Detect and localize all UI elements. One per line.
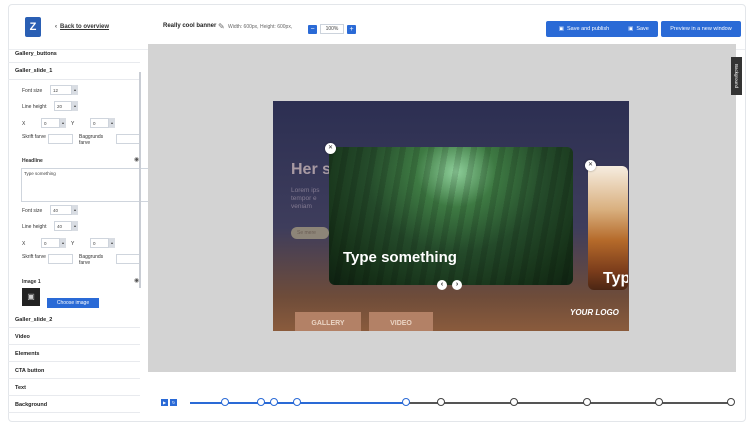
- banner-title: Her s: [291, 161, 332, 178]
- timeline-keyframe[interactable]: [293, 398, 301, 406]
- text-color-label: Skrift farve: [22, 134, 46, 140]
- chevron-left-icon: ‹: [55, 24, 57, 30]
- back-link[interactable]: ‹ Back to overview: [55, 24, 109, 30]
- video-tab-button[interactable]: VIDEO: [369, 312, 433, 331]
- save-icon: ▣: [558, 26, 564, 32]
- timeline-keyframe[interactable]: [655, 398, 663, 406]
- slide-1-text: Type something: [343, 249, 457, 266]
- save-button[interactable]: ▣ Save: [619, 21, 658, 37]
- banner-name: Really cool banner: [163, 23, 217, 29]
- loop-icon[interactable]: ↻: [170, 399, 177, 406]
- gallery-slide-2[interactable]: Typ: [588, 166, 628, 290]
- x-stepper[interactable]: ▴: [60, 118, 66, 128]
- line-height-input[interactable]: 20: [54, 101, 72, 111]
- timeline-keyframe[interactable]: [510, 398, 518, 406]
- text-color-input-2[interactable]: [48, 254, 73, 264]
- zoom-value[interactable]: 100%: [320, 24, 344, 34]
- font-size-label-2: Font size: [22, 208, 43, 214]
- banner-dimensions: Width: 600px, Height: 600px,: [228, 24, 293, 30]
- minus-icon[interactable]: −: [308, 24, 317, 34]
- y-label-2: Y: [71, 241, 75, 247]
- preview-label: Preview in a new window: [670, 26, 732, 32]
- section-video[interactable]: Video: [8, 331, 140, 345]
- font-size-input-2[interactable]: 40: [50, 205, 72, 215]
- bg-color-input[interactable]: [116, 134, 140, 144]
- subtitle-line: Lorem ips: [291, 187, 320, 194]
- line-height-label: Line height: [22, 104, 47, 110]
- text-color-input[interactable]: [48, 134, 73, 144]
- save-publish-label: Save and publish: [567, 26, 610, 32]
- back-label: Back to overview: [60, 24, 110, 30]
- x-label: X: [22, 121, 26, 127]
- section-gallery-slide-2[interactable]: Galler_slide_2: [8, 314, 140, 328]
- line-height-stepper[interactable]: ▴: [72, 101, 78, 111]
- bg-color-label: Baggrunds farve: [79, 134, 104, 146]
- timeline-keyframe[interactable]: [583, 398, 591, 406]
- section-elements[interactable]: Elements: [8, 348, 140, 362]
- section-cta-button[interactable]: CTA button: [8, 365, 140, 379]
- section-gallery-buttons[interactable]: Gallery_buttons: [8, 51, 140, 63]
- y-stepper-2[interactable]: ▴: [109, 238, 115, 248]
- line-height-label-2: Line height: [22, 224, 47, 230]
- image-label: Image 1: [22, 279, 41, 285]
- y-input[interactable]: 0: [90, 118, 109, 128]
- close-icon[interactable]: ✕: [325, 143, 336, 154]
- choose-image-button[interactable]: Choose image: [47, 298, 99, 308]
- play-icon[interactable]: ▶: [161, 399, 168, 406]
- font-size-stepper[interactable]: ▴: [72, 85, 78, 95]
- font-size-input[interactable]: 12: [50, 85, 72, 95]
- save-publish-button[interactable]: ▣ Save and publish: [546, 21, 622, 37]
- banner-cta-button[interactable]: Se mere: [291, 227, 329, 239]
- plus-icon[interactable]: +: [347, 24, 356, 34]
- chevron-left-icon[interactable]: ‹: [437, 280, 447, 290]
- timeline-keyframe[interactable]: [270, 398, 278, 406]
- font-size-stepper-2[interactable]: ▴: [72, 205, 78, 215]
- background-side-tab[interactable]: Background: [731, 57, 742, 95]
- save-label: Save: [636, 26, 649, 32]
- sidebar-scrollbar[interactable]: [139, 72, 141, 288]
- timeline-keyframe[interactable]: [437, 398, 445, 406]
- subtitle-line: veniam: [291, 203, 312, 210]
- timeline-track: [406, 402, 732, 404]
- x-input-2[interactable]: 0: [41, 238, 60, 248]
- section-text[interactable]: Text: [8, 382, 140, 396]
- text-color-label-2: Skrift farve: [22, 254, 46, 260]
- timeline-keyframe[interactable]: [727, 398, 735, 406]
- font-size-label: Font size: [22, 88, 43, 94]
- bg-color-input-2[interactable]: [116, 254, 140, 264]
- image-thumbnail[interactable]: ▣: [22, 288, 40, 306]
- y-input-2[interactable]: 0: [90, 238, 109, 248]
- sidebar: Gallery_buttons Galler_slide_1 Font size…: [8, 44, 151, 413]
- banner-logo: YOUR LOGO: [570, 308, 619, 317]
- line-height-input-2[interactable]: 40: [54, 221, 72, 231]
- x-stepper-2[interactable]: ▴: [60, 238, 66, 248]
- chevron-right-icon[interactable]: ›: [452, 280, 462, 290]
- gallery-tab-button[interactable]: GALLERY: [295, 312, 361, 331]
- banner-subtitle: Lorem ips tempor e veniam: [291, 187, 320, 211]
- zoom-control: − 100% +: [308, 24, 356, 34]
- y-label: Y: [71, 121, 75, 127]
- pencil-icon[interactable]: ✎: [218, 22, 225, 31]
- section-background[interactable]: Background: [8, 399, 140, 413]
- timeline-keyframe[interactable]: [221, 398, 229, 406]
- gallery-slide-1[interactable]: Type something: [329, 147, 573, 285]
- headline-textarea[interactable]: Type something: [21, 168, 151, 202]
- subtitle-line: tempor e: [291, 195, 317, 202]
- y-stepper[interactable]: ▴: [109, 118, 115, 128]
- timeline-keyframe[interactable]: [257, 398, 265, 406]
- save-icon: ▣: [628, 26, 634, 32]
- section-gallery-slide-1[interactable]: Galler_slide_1: [8, 68, 140, 80]
- preview-button[interactable]: Preview in a new window: [661, 21, 741, 37]
- app-logo[interactable]: Z: [25, 17, 41, 37]
- line-height-stepper-2[interactable]: ▴: [72, 221, 78, 231]
- timeline-keyframe[interactable]: [402, 398, 410, 406]
- close-icon[interactable]: ✕: [585, 160, 596, 171]
- x-input[interactable]: 0: [41, 118, 60, 128]
- slide-2-text: Typ: [603, 270, 628, 287]
- bg-color-label-2: Baggrunds farve: [79, 254, 104, 266]
- headline-label: Headline: [22, 158, 43, 164]
- x-label-2: X: [22, 241, 26, 247]
